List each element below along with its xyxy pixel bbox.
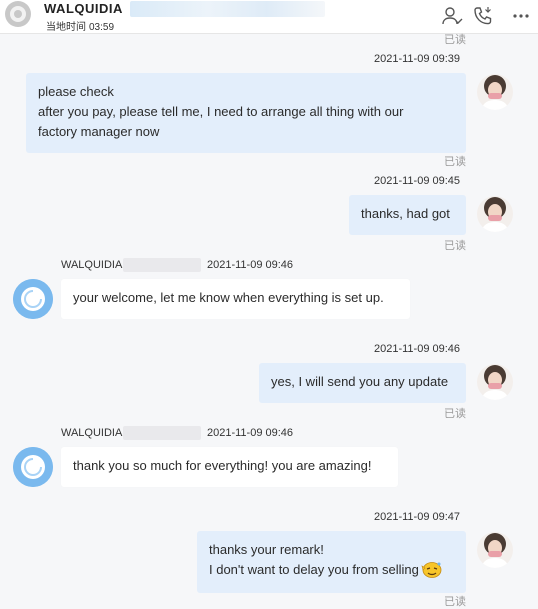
user-avatar[interactable] [477, 532, 513, 568]
message-line: factory manager now [38, 124, 160, 139]
outgoing-message-bubble[interactable]: please check after you pay, please tell … [26, 73, 466, 153]
contact-avatar-icon[interactable] [13, 279, 53, 319]
read-status: 已读 [444, 408, 466, 420]
message-timestamp: 2021-11-09 09:46 [207, 427, 294, 439]
message-timestamp: 2021-11-09 09:47 [374, 511, 461, 523]
read-status: 已读 [444, 596, 466, 608]
message-line: thank you so much for everything! you ar… [73, 458, 372, 473]
message-line: yes, I will send you any update [271, 374, 449, 389]
message-timestamp: 2021-11-09 09:46 [207, 259, 294, 271]
sender-name: WALQUIDIA [61, 259, 123, 271]
read-status: 已读 [444, 240, 466, 252]
redacted-sender-area [123, 426, 201, 440]
contact-name[interactable]: WALQUIDIA [44, 1, 123, 16]
outgoing-message-bubble[interactable]: thanks your remark! I don't want to dela… [197, 531, 466, 593]
user-avatar[interactable] [477, 364, 513, 400]
outgoing-message-bubble[interactable]: yes, I will send you any update [259, 363, 466, 403]
read-status: 已读 [444, 156, 466, 168]
sweat-smile-emoji-icon [420, 560, 442, 578]
incoming-message-bubble[interactable]: thank you so much for everything! you ar… [61, 447, 398, 487]
message-line: after you pay, please tell me, I need to… [38, 104, 404, 119]
chat-header: WALQUIDIA 当地时间 03:59 [0, 0, 538, 34]
message-line: your welcome, let me know when everythin… [73, 290, 384, 305]
phone-icon[interactable] [472, 5, 494, 27]
message-timestamp: 2021-11-09 09:39 [374, 53, 461, 65]
message-timestamp: 2021-11-09 09:45 [374, 175, 461, 187]
redacted-name-area [130, 1, 325, 17]
incoming-message-bubble[interactable]: your welcome, let me know when everythin… [61, 279, 410, 319]
message-text: I don't want to delay you from selling [209, 562, 419, 577]
local-time: 当地时间 03:59 [46, 18, 117, 33]
more-icon[interactable] [510, 5, 532, 27]
local-time-label: 当地时间 [46, 22, 86, 33]
local-time-value: 03:59 [89, 22, 115, 33]
message-line: thanks your remark! [209, 542, 324, 557]
message-line: please check [38, 84, 114, 99]
redacted-sender-area [123, 258, 201, 272]
read-status: 已读 [444, 34, 466, 46]
message-timestamp: 2021-11-09 09:46 [374, 343, 461, 355]
outgoing-message-bubble[interactable]: thanks, had got [349, 195, 466, 235]
message-line-with-emoji: I don't want to delay you from selling [209, 560, 454, 580]
sender-name: WALQUIDIA [61, 427, 123, 439]
contact-avatar-icon[interactable] [13, 447, 53, 487]
message-line: thanks, had got [361, 206, 450, 221]
contact-avatar[interactable] [5, 1, 31, 27]
contact-icon[interactable] [441, 5, 463, 27]
user-avatar[interactable] [477, 196, 513, 232]
user-avatar[interactable] [477, 74, 513, 110]
